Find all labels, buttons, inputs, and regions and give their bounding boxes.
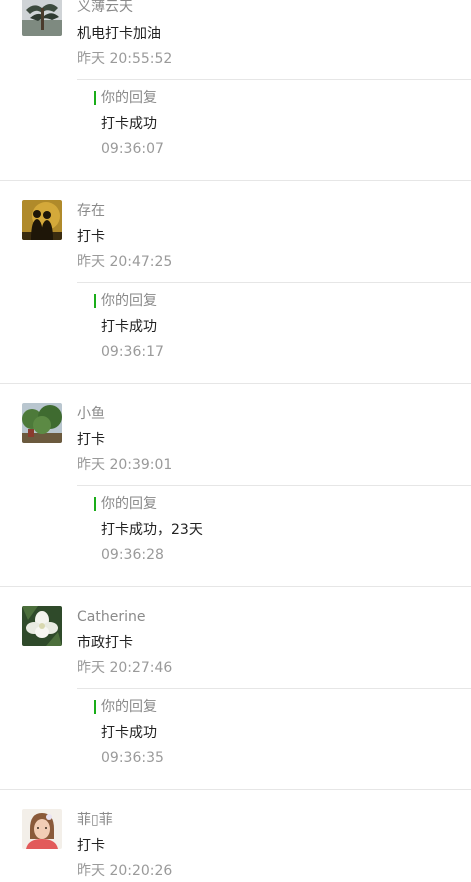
- reply-indicator-bar: [94, 294, 96, 308]
- reply-block: 你的回复 打卡成功 09:36:07: [77, 79, 471, 173]
- reply-time: 09:36:17: [101, 344, 164, 360]
- comment-item: Catherine 市政打卡 昨天 20:27:46 你的回复 打卡成功 09:…: [0, 587, 471, 790]
- comment-text: 打卡: [77, 838, 105, 854]
- nickname: 存在: [77, 203, 105, 219]
- reply-text: 打卡成功，23天: [101, 522, 203, 538]
- girl-portrait-avatar[interactable]: [22, 809, 62, 849]
- comment-time: 昨天 20:27:46: [77, 660, 173, 676]
- nickname: 小鱼: [77, 406, 105, 422]
- reply-time: 09:36:07: [101, 141, 164, 157]
- reply-time: 09:36:35: [101, 750, 164, 766]
- reply-label: 你的回复: [101, 496, 157, 512]
- nickname: 义薄云天: [77, 0, 133, 15]
- reply-label: 你的回复: [101, 293, 157, 309]
- green-trees-avatar[interactable]: [22, 403, 62, 443]
- reply-label: 你的回复: [101, 699, 157, 715]
- comment-text: 打卡: [77, 432, 105, 448]
- white-flower-avatar[interactable]: [22, 606, 62, 646]
- nickname: Catherine: [77, 609, 146, 625]
- reply-text: 打卡成功: [101, 725, 157, 741]
- comment-text: 机电打卡加油: [77, 26, 161, 42]
- reply-block: 你的回复 打卡成功 09:36:17: [77, 282, 471, 376]
- comment-text: 市政打卡: [77, 635, 133, 651]
- comment-time: 昨天 20:20:26: [77, 863, 173, 879]
- reply-indicator-bar: [94, 700, 96, 714]
- comment-time: 昨天 20:55:52: [77, 51, 173, 67]
- reply-text: 打卡成功: [101, 116, 157, 132]
- comment-item: 菲▯菲 打卡 昨天 20:20:26: [0, 790, 471, 882]
- reply-indicator-bar: [94, 497, 96, 511]
- pine-tree-avatar[interactable]: [22, 0, 62, 36]
- reply-time: 09:36:28: [101, 547, 164, 563]
- comment-time: 昨天 20:47:25: [77, 254, 173, 270]
- nickname: 菲▯菲: [77, 812, 113, 828]
- comment-item: 存在 打卡 昨天 20:47:25 你的回复 打卡成功 09:36:17: [0, 181, 471, 384]
- comment-list: 义薄云天 机电打卡加油 昨天 20:55:52 你的回复 打卡成功 09:36:…: [0, 0, 471, 882]
- reply-block: 你的回复 打卡成功 09:36:35: [77, 688, 471, 782]
- reply-text: 打卡成功: [101, 319, 157, 335]
- reply-label: 你的回复: [101, 90, 157, 106]
- comment-text: 打卡: [77, 229, 105, 245]
- silhouette-couple-avatar[interactable]: [22, 200, 62, 240]
- reply-block: 你的回复 打卡成功，23天 09:36:28: [77, 485, 471, 579]
- comment-item: 小鱼 打卡 昨天 20:39:01 你的回复 打卡成功，23天 09:36:28: [0, 384, 471, 587]
- reply-indicator-bar: [94, 91, 96, 105]
- comment-time: 昨天 20:39:01: [77, 457, 173, 473]
- comment-item: 义薄云天 机电打卡加油 昨天 20:55:52 你的回复 打卡成功 09:36:…: [0, 0, 471, 181]
